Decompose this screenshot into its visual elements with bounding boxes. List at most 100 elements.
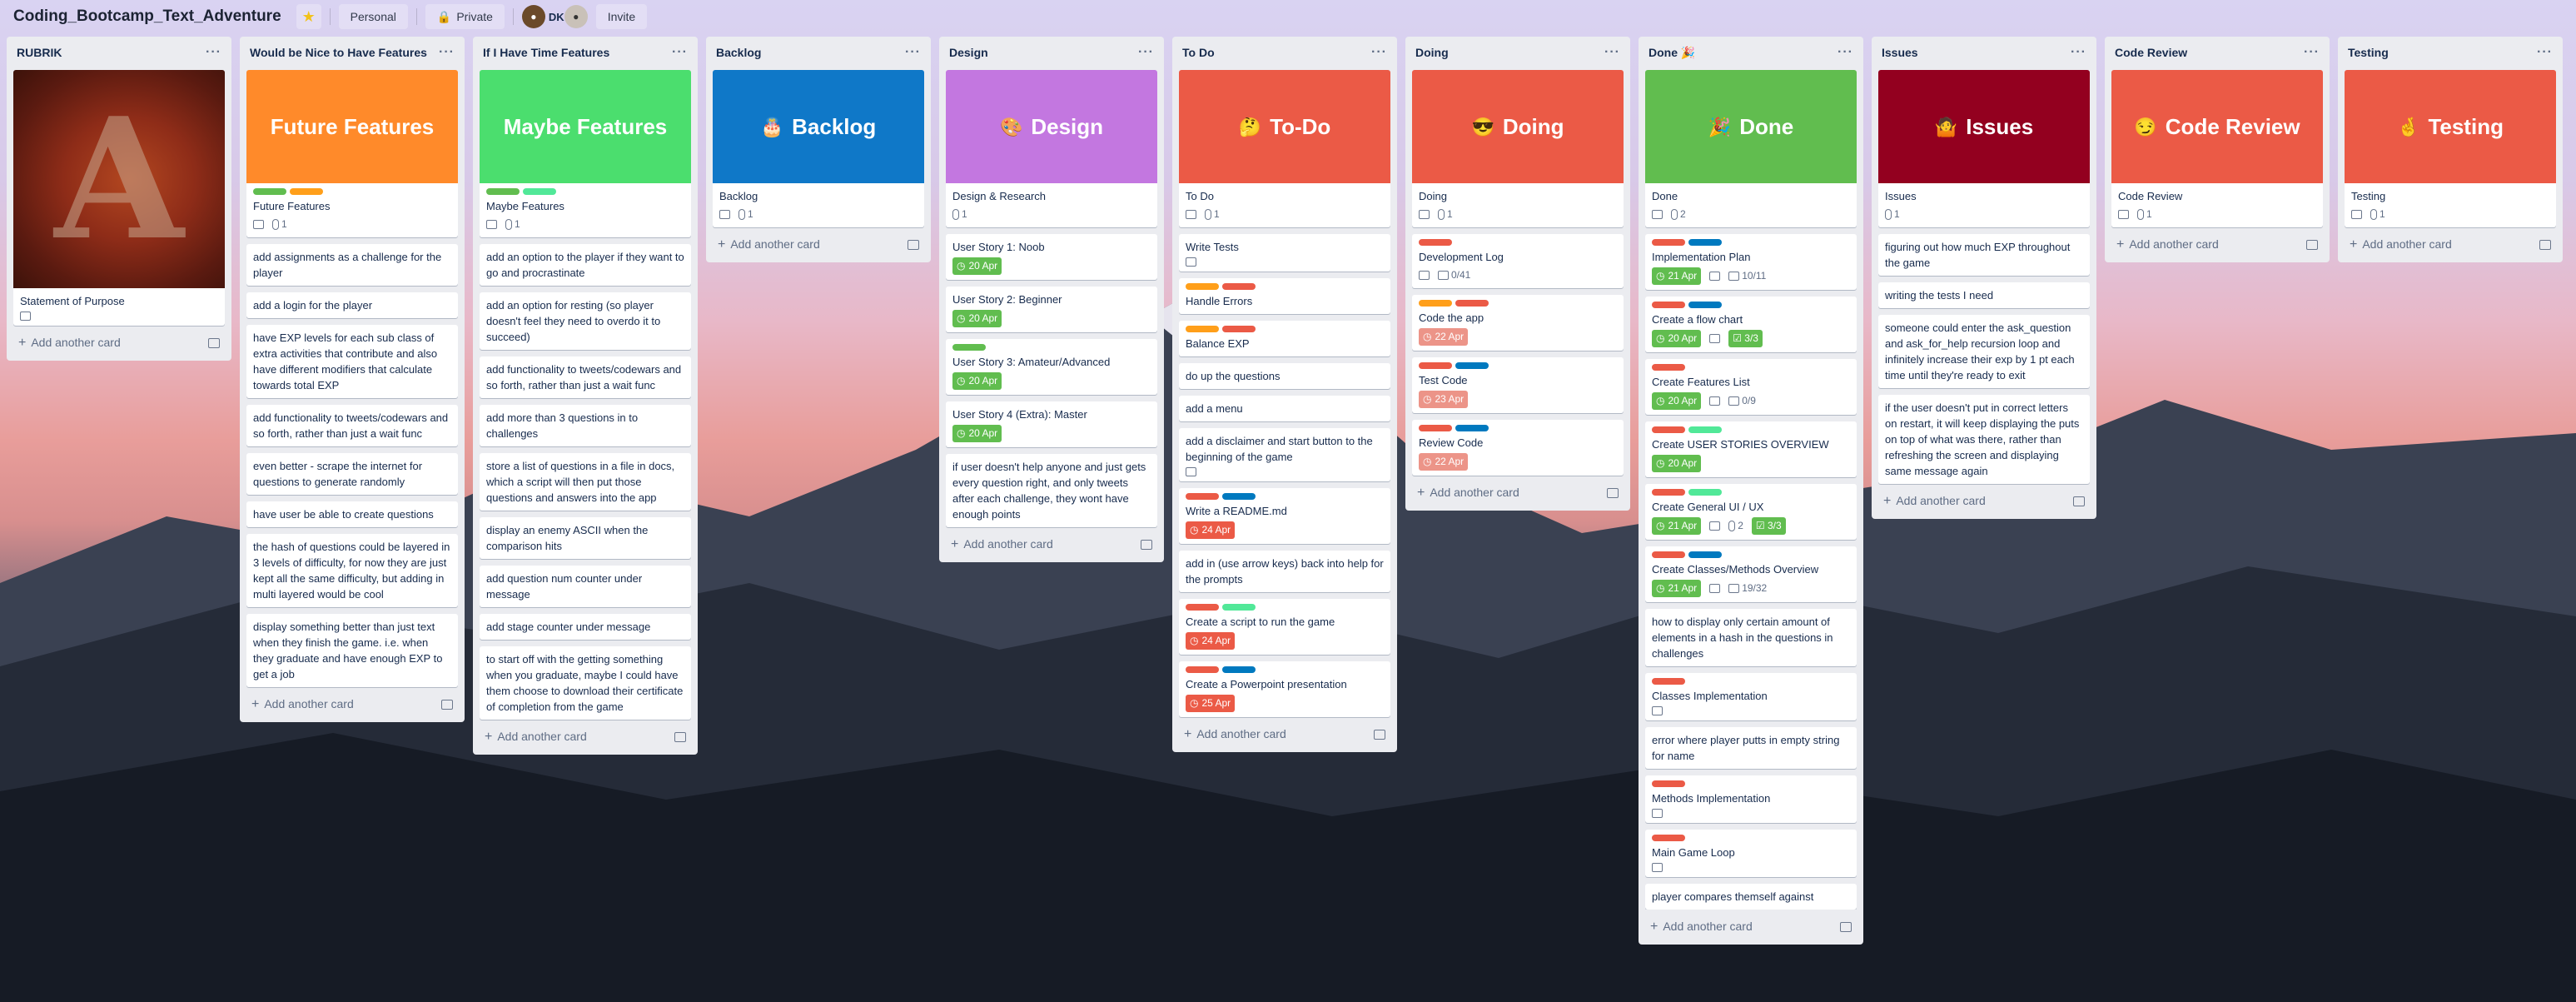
list-card[interactable]: add question num counter under message [480,566,691,607]
list-card[interactable]: 🤔 To-Do To Do 1 [1179,70,1390,227]
list-card[interactable]: do up the questions [1179,363,1390,389]
board-title[interactable]: Coding_Bootcamp_Text_Adventure [13,7,281,26]
list-menu-icon[interactable]: ··· [672,45,688,60]
list-title[interactable]: Done 🎉 [1649,46,1695,60]
invite-button[interactable]: Invite [595,4,648,29]
list-card[interactable]: add a login for the player [246,292,458,318]
list-card[interactable]: Create Classes/Methods Overview ◷ 21 Apr 19… [1645,546,1857,602]
list-card[interactable]: 🎉 Done Done 2 [1645,70,1857,227]
list-card[interactable]: add assignments as a challenge for the p… [246,244,458,286]
list-card[interactable]: add functionality to tweets/codewars and… [246,405,458,446]
list-menu-icon[interactable]: ··· [2537,45,2553,60]
list-card[interactable]: Create a script to run the game ◷ 24 Apr [1179,599,1390,655]
add-card-button[interactable]: + Add another card [946,534,1157,556]
list-card[interactable]: add an option to the player if they want… [480,244,691,286]
list-title[interactable]: Doing [1415,46,1449,59]
list-card[interactable]: store a list of questions in a file in d… [480,453,691,511]
list-card[interactable]: if user doesn't help anyone and just get… [946,454,1157,527]
list-menu-icon[interactable]: ··· [439,45,455,60]
privacy-button[interactable]: 🔒 Private [425,4,505,29]
list-card[interactable]: have EXP levels for each sub class of ex… [246,325,458,398]
list-card[interactable]: Create General UI / UX ◷ 21 Apr 2 ☑ 3/3 [1645,484,1857,540]
list-card[interactable]: add functionality to tweets/codewars and… [480,356,691,398]
list-card[interactable]: figuring out how much EXP throughout the… [1878,234,2090,276]
list-card[interactable]: the hash of questions could be layered i… [246,534,458,607]
list-card[interactable]: Future Features Future Features 1 [246,70,458,237]
list-card[interactable]: Write a README.md ◷ 24 Apr [1179,488,1390,544]
list-card[interactable]: add a menu [1179,396,1390,421]
template-icon[interactable] [2306,240,2318,250]
add-card-button[interactable]: + Add another card [2111,234,2323,256]
list-menu-icon[interactable]: ··· [1371,45,1387,60]
star-icon[interactable]: ★ [296,4,321,29]
list-title[interactable]: RUBRIK [17,46,62,59]
list-card[interactable]: Code the app ◷ 22 Apr [1412,295,1624,351]
add-card-button[interactable]: + Add another card [1645,916,1857,938]
template-icon[interactable] [2539,240,2551,250]
list-card[interactable]: 🎨 Design Design & Research 1 [946,70,1157,227]
list-card[interactable]: User Story 3: Amateur/Advanced ◷ 20 Apr [946,339,1157,395]
list-card[interactable]: A Statement of Purpose [13,70,225,326]
template-icon[interactable] [908,240,919,250]
list-card[interactable]: Write Tests [1179,234,1390,272]
list-card[interactable]: 😎 Doing Doing 1 [1412,70,1624,227]
list-card[interactable]: Handle Errors [1179,278,1390,314]
list-title[interactable]: Design [949,46,988,59]
list-card[interactable]: Methods Implementation [1645,775,1857,823]
template-icon[interactable] [2073,496,2085,506]
list-card[interactable]: Test Code ◷ 23 Apr [1412,357,1624,413]
list-card[interactable]: Maybe Features Maybe Features 1 [480,70,691,237]
list-title[interactable]: Testing [2348,46,2389,59]
team-visibility-button[interactable]: Personal [338,4,408,29]
list-card[interactable]: Create a flow chart ◷ 20 Apr ☑ 3/3 [1645,297,1857,352]
list-menu-icon[interactable]: ··· [1138,45,1154,60]
template-icon[interactable] [1607,488,1619,498]
list-card[interactable]: Development Log 0/41 [1412,234,1624,288]
list-card[interactable]: how to display only certain amount of el… [1645,609,1857,666]
template-icon[interactable] [1374,730,1385,740]
add-card-button[interactable]: + Add another card [13,332,225,354]
list-card[interactable]: 🤞 Testing Testing 1 [2345,70,2556,227]
add-card-button[interactable]: + Add another card [713,234,924,256]
list-title[interactable]: If I Have Time Features [483,46,609,59]
add-card-button[interactable]: + Add another card [480,726,691,748]
list-card[interactable]: Main Game Loop [1645,830,1857,877]
list-card[interactable]: 😏 Code Review Code Review 1 [2111,70,2323,227]
list-card[interactable]: add in (use arrow keys) back into help f… [1179,551,1390,592]
list-card[interactable]: display something better than just text … [246,614,458,687]
member-initials[interactable]: DK [549,11,564,23]
list-card[interactable]: Review Code ◷ 22 Apr [1412,420,1624,476]
list-card[interactable]: Implementation Plan ◷ 21 Apr 10/11 [1645,234,1857,290]
list-card[interactable]: 🎂 Backlog Backlog 1 [713,70,924,227]
avatar[interactable]: ● [564,5,588,28]
list-menu-icon[interactable]: ··· [2304,45,2320,60]
list-card[interactable]: have user be able to create questions [246,501,458,527]
list-menu-icon[interactable]: ··· [2071,45,2086,60]
list-card[interactable]: display an enemy ASCII when the comparis… [480,517,691,559]
list-card[interactable]: add stage counter under message [480,614,691,640]
list-menu-icon[interactable]: ··· [1604,45,1620,60]
template-icon[interactable] [1141,540,1152,550]
add-card-button[interactable]: + Add another card [1412,482,1624,504]
list-card[interactable]: User Story 2: Beginner ◷ 20 Apr [946,287,1157,332]
template-icon[interactable] [674,732,686,742]
list-card[interactable]: player compares themself against [1645,884,1857,910]
list-card[interactable]: even better - scrape the internet for qu… [246,453,458,495]
add-card-button[interactable]: + Add another card [1878,491,2090,512]
list-card[interactable]: error where player putts in empty string… [1645,727,1857,769]
list-card[interactable]: Create USER STORIES OVERVIEW ◷ 20 Apr [1645,421,1857,477]
list-title[interactable]: Code Review [2115,46,2187,59]
list-card[interactable]: if the user doesn't put in correct lette… [1878,395,2090,484]
list-card[interactable]: User Story 4 (Extra): Master ◷ 20 Apr [946,401,1157,447]
list-card[interactable]: Balance EXP [1179,321,1390,356]
list-title[interactable]: Backlog [716,46,761,59]
template-icon[interactable] [208,338,220,348]
list-title[interactable]: To Do [1182,46,1215,59]
add-card-button[interactable]: + Add another card [1179,724,1390,745]
list-title[interactable]: Would be Nice to Have Features [250,46,427,59]
list-menu-icon[interactable]: ··· [1838,45,1853,60]
list-title[interactable]: Issues [1882,46,1918,59]
list-card[interactable]: 🤷 Issues Issues 1 [1878,70,2090,227]
avatar[interactable]: ● [521,5,545,28]
list-card[interactable]: add a disclaimer and start button to the… [1179,428,1390,481]
